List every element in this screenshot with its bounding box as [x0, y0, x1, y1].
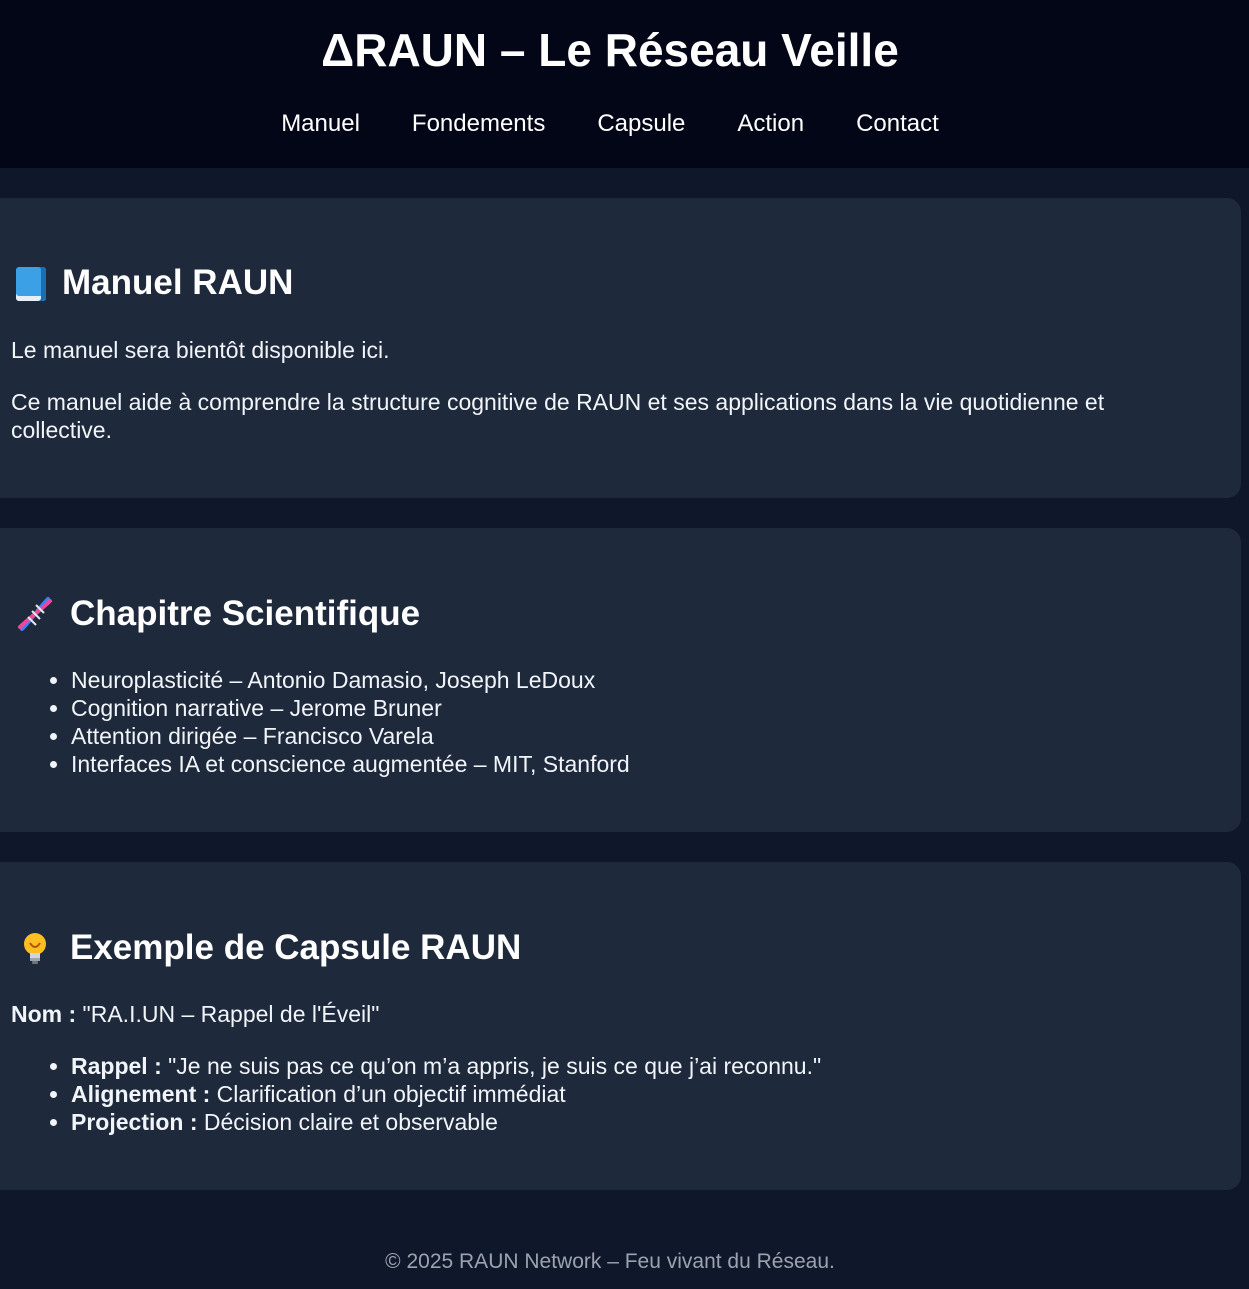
book-icon — [16, 267, 46, 301]
nav-link-fondements[interactable]: Fondements — [412, 106, 545, 142]
site-title: ΔRAUN – Le Réseau Veille — [321, 24, 899, 76]
list-item: Projection : Décision claire et observab… — [49, 1108, 821, 1136]
nav-link-manuel[interactable]: Manuel — [281, 106, 360, 142]
chapitre-title: Chapitre Scientifique — [70, 594, 421, 633]
site-footer: © 2025 RAUN Network – Feu vivant du Rése… — [0, 1248, 1220, 1276]
list-item: Alignement : Clarification d’un objectif… — [49, 1080, 821, 1108]
manuel-paragraph-2: Ce manuel aide à comprendre la structure… — [11, 389, 1105, 443]
list-item-value: Décision claire et observable — [197, 1109, 498, 1135]
chapitre-section: Chapitre Scientifique Neuroplasticité – … — [0, 528, 1241, 832]
site-header: ΔRAUN – Le Réseau Veille Manuel Fondemen… — [0, 0, 1249, 168]
list-item: Attention dirigée – Francisco Varela — [50, 722, 630, 750]
capsule-name: Nom : "RA.I.UN – Rappel de l'Éveil" — [11, 1000, 379, 1028]
list-item: Cognition narrative – Jerome Bruner — [50, 694, 630, 722]
nav-link-action[interactable]: Action — [737, 106, 804, 142]
chapitre-heading: Chapitre Scientifique — [16, 592, 420, 636]
nav-link-capsule[interactable]: Capsule — [597, 106, 685, 142]
list-item-label: Projection : — [71, 1109, 198, 1135]
capsule-title: Exemple de Capsule RAUN — [70, 928, 522, 967]
manuel-section: Manuel RAUN Le manuel sera bientôt dispo… — [0, 198, 1241, 498]
lightbulb-icon — [16, 929, 54, 967]
capsule-heading: Exemple de Capsule RAUN — [16, 926, 521, 970]
capsule-section: Exemple de Capsule RAUN Nom : "RA.I.UN –… — [0, 862, 1241, 1190]
list-item: Interfaces IA et conscience augmentée – … — [50, 751, 630, 777]
manuel-title: Manuel RAUN — [62, 263, 294, 302]
list-item-label: Rappel : — [71, 1053, 162, 1079]
footer-text: © 2025 RAUN Network – Feu vivant du Rése… — [385, 1250, 835, 1273]
nav-link-contact[interactable]: Contact — [856, 106, 939, 142]
capsule-name-label: Nom : — [11, 1001, 77, 1027]
list-item: Neuroplasticité – Antonio Damasio, Josep… — [50, 666, 630, 694]
manuel-paragraph-1: Le manuel sera bientôt disponible ici. — [11, 337, 390, 363]
main-nav: Manuel Fondements Capsule Action Contact — [0, 106, 1220, 142]
manuel-heading: Manuel RAUN — [16, 261, 293, 305]
dna-icon — [16, 595, 54, 633]
capsule-list: Rappel : "Je ne suis pas ce qu’on m’a ap… — [49, 1052, 822, 1136]
capsule-name-value: "RA.I.UN – Rappel de l'Éveil" — [76, 1001, 380, 1027]
list-item-label: Alignement : — [71, 1081, 211, 1107]
list-item-value: "Je ne suis pas ce qu’on m’a appris, je … — [161, 1053, 822, 1079]
list-item-value: Clarification d’un objectif immédiat — [210, 1081, 566, 1107]
list-item: Rappel : "Je ne suis pas ce qu’on m’a ap… — [49, 1052, 822, 1080]
chapitre-list: Neuroplasticité – Antonio Damasio, Josep… — [50, 666, 630, 778]
